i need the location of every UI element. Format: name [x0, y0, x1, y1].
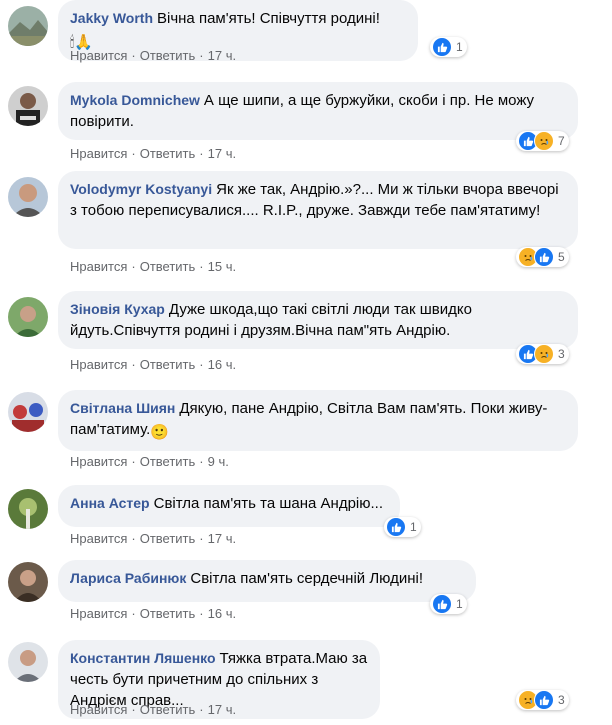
emoji-icon: 🙂	[150, 424, 169, 441]
separator-dot: ·	[131, 259, 136, 274]
separator-dot: ·	[199, 702, 204, 717]
separator-dot: ·	[131, 702, 136, 717]
reactions-summary[interactable]: 1	[430, 594, 467, 614]
comment-author-link[interactable]: Jakky Worth	[70, 10, 153, 26]
reply-link[interactable]: Ответить	[140, 259, 196, 274]
comment-actions: Нравится · Ответить · 17 ч.	[70, 531, 236, 546]
reply-link[interactable]: Ответить	[140, 454, 196, 469]
comment-actions: Нравится · Ответить · 17 ч.	[70, 146, 236, 161]
reaction-count: 1	[456, 40, 463, 54]
comment-author-link[interactable]: Анна Астер	[70, 495, 150, 511]
comment-actions: Нравится · Ответить · 15 ч.	[70, 259, 236, 274]
like-link[interactable]: Нравится	[70, 606, 127, 621]
separator-dot: ·	[199, 606, 204, 621]
separator-dot: ·	[131, 454, 136, 469]
separator-dot: ·	[131, 146, 136, 161]
like-link[interactable]: Нравится	[70, 531, 127, 546]
reaction-count: 1	[410, 520, 417, 534]
reaction-count: 5	[558, 250, 565, 264]
comment-actions: Нравится · Ответить · 9 ч.	[70, 454, 229, 469]
like-link[interactable]: Нравится	[70, 357, 127, 372]
like-reaction-icon	[432, 594, 452, 614]
comment-timestamp[interactable]: 16 ч.	[208, 606, 236, 621]
reactions-summary[interactable]: 7	[516, 131, 569, 151]
comment-author-link[interactable]: Mykola Domnichew	[70, 92, 200, 108]
avatar[interactable]	[8, 392, 48, 432]
comment-bubble: Mykola Domnichew А ще шипи, а ще буржуйки…	[58, 82, 578, 140]
comment-text: Світла пам'ять та шана Андрію...	[153, 495, 384, 512]
separator-dot: ·	[199, 146, 204, 161]
comment-bubble: Зіновія Кухар Дуже шкода,що такі світлі л…	[58, 291, 578, 349]
reactions-summary[interactable]: 3	[516, 690, 569, 710]
comment-actions: Нравится · Ответить · 17 ч.	[70, 702, 236, 717]
comment-timestamp[interactable]: 9 ч.	[208, 454, 229, 469]
comment-timestamp[interactable]: 17 ч.	[208, 702, 236, 717]
reply-link[interactable]: Ответить	[140, 146, 196, 161]
comment-bubble: Світлана Шиян Дякую, пане Андрію, Світла …	[58, 390, 578, 451]
like-link[interactable]: Нравится	[70, 146, 127, 161]
reactions-summary[interactable]: 1	[384, 517, 421, 537]
separator-dot: ·	[199, 531, 204, 546]
separator-dot: ·	[131, 357, 136, 372]
reactions-summary[interactable]: 3	[516, 344, 569, 364]
comment-actions: Нравится · Ответить · 17 ч.	[70, 48, 236, 63]
avatar[interactable]	[8, 6, 48, 46]
like-link[interactable]: Нравится	[70, 48, 127, 63]
comment-author-link[interactable]: Volodymyr Kostyanyi	[70, 181, 212, 197]
sad-reaction-icon	[534, 344, 554, 364]
comment-author-link[interactable]: Світлана Шиян	[70, 400, 175, 416]
comment-timestamp[interactable]: 15 ч.	[208, 259, 236, 274]
reply-link[interactable]: Ответить	[140, 606, 196, 621]
comment-bubble: Volodymyr Kostyanyi Як же так, Андрію.»?.…	[58, 171, 578, 249]
avatar[interactable]	[8, 297, 48, 337]
separator-dot: ·	[131, 606, 136, 621]
comment-timestamp[interactable]: 17 ч.	[208, 48, 236, 63]
comment-timestamp[interactable]: 16 ч.	[208, 357, 236, 372]
separator-dot: ·	[199, 48, 204, 63]
comment-bubble: Лариса Рабинюк Світла пам'ять сердечній Л…	[58, 560, 476, 602]
reactions-summary[interactable]: 5	[516, 247, 569, 267]
separator-dot: ·	[199, 357, 204, 372]
avatar[interactable]	[8, 642, 48, 682]
avatar[interactable]	[8, 86, 48, 126]
reaction-count: 3	[558, 693, 565, 707]
avatar[interactable]	[8, 177, 48, 217]
comment-bubble: Анна Астер Світла пам'ять та шана Андрію.…	[58, 485, 400, 527]
comment-author-link[interactable]: Константин Ляшенко	[70, 650, 216, 666]
reaction-count: 1	[456, 597, 463, 611]
comment-text: Світла пам'ять сердечній Людині!	[190, 570, 424, 587]
reply-link[interactable]: Ответить	[140, 702, 196, 717]
reaction-count: 3	[558, 347, 565, 361]
like-reaction-icon	[386, 517, 406, 537]
reply-link[interactable]: Ответить	[140, 48, 196, 63]
like-reaction-icon	[534, 690, 554, 710]
separator-dot: ·	[199, 259, 204, 274]
separator-dot: ·	[131, 531, 136, 546]
comment-actions: Нравится · Ответить · 16 ч.	[70, 606, 236, 621]
like-reaction-icon	[534, 247, 554, 267]
avatar[interactable]	[8, 562, 48, 602]
like-link[interactable]: Нравится	[70, 702, 127, 717]
comment-text: Вічна пам'ять! Співчуття родині!	[157, 10, 380, 27]
reply-link[interactable]: Ответить	[140, 357, 196, 372]
sad-reaction-icon	[534, 131, 554, 151]
separator-dot: ·	[131, 48, 136, 63]
like-link[interactable]: Нравится	[70, 454, 127, 469]
comment-actions: Нравится · Ответить · 16 ч.	[70, 357, 236, 372]
comment-timestamp[interactable]: 17 ч.	[208, 146, 236, 161]
reactions-summary[interactable]: 1	[430, 37, 467, 57]
reply-link[interactable]: Ответить	[140, 531, 196, 546]
reaction-count: 7	[558, 134, 565, 148]
comment-author-link[interactable]: Лариса Рабинюк	[70, 570, 186, 586]
comment-timestamp[interactable]: 17 ч.	[208, 531, 236, 546]
like-reaction-icon	[432, 37, 452, 57]
avatar[interactable]	[8, 489, 48, 529]
separator-dot: ·	[199, 454, 204, 469]
like-link[interactable]: Нравится	[70, 259, 127, 274]
comment-author-link[interactable]: Зіновія Кухар	[70, 301, 165, 317]
